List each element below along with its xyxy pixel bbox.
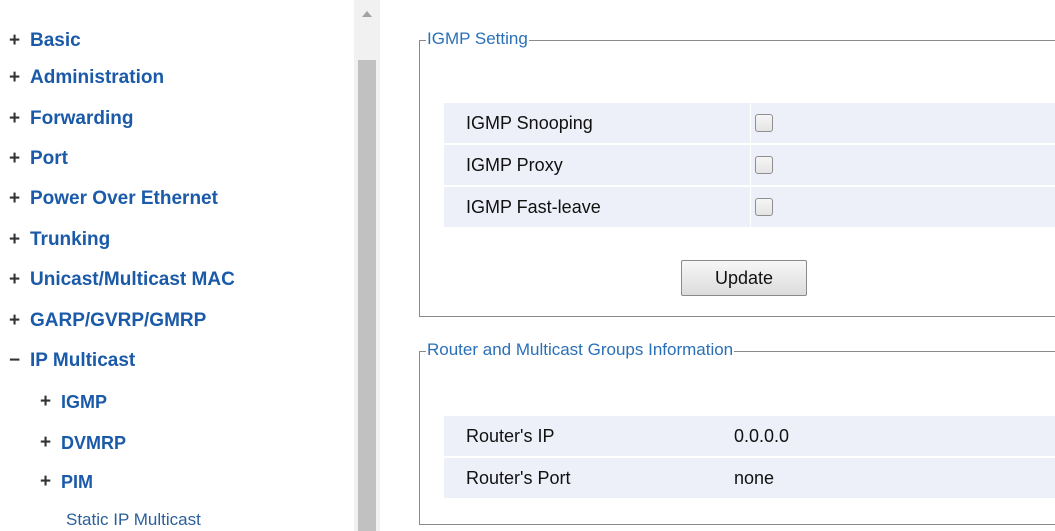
nav-item-label: Port [30,148,68,169]
nav-item-label: IP Multicast [30,350,136,371]
expand-icon: + [9,148,21,169]
row-divider [750,187,751,227]
expand-icon: + [9,269,21,290]
nav-item-ip-multicast[interactable]: − IP Multicast [9,350,135,372]
nav-item-label: IGMP [61,391,108,412]
igmp-fast-leave-row: IGMP Fast-leave [444,187,1055,227]
nav-item-basic[interactable]: + Basic [9,30,81,52]
row-divider [750,145,751,185]
nav-item-label: PIM [61,471,94,492]
nav-item-label: Unicast/Multicast MAC [30,269,235,290]
igmp-snooping-label: IGMP Snooping [466,113,593,133]
expand-icon: + [9,108,21,129]
expand-icon: + [9,310,21,331]
nav-item-label: Static IP Multicast [66,510,201,529]
sidebar-scrollbar[interactable] [354,0,380,531]
nav-item-forwarding[interactable]: + Forwarding [9,108,133,130]
nav-subitem-dvmrp[interactable]: + DVMRP [40,432,126,454]
router-info-legend: Router and Multicast Groups Information [426,340,735,360]
router-info-panel: Router and Multicast Groups Information … [419,340,1055,525]
scroll-thumb[interactable] [358,60,376,531]
expand-icon: + [9,67,21,88]
igmp-fast-leave-checkbox[interactable] [755,198,773,216]
update-button[interactable]: Update [681,260,807,296]
nav-item-label: Trunking [30,229,111,250]
router-ip-row: Router's IP 0.0.0.0 [444,416,1055,456]
nav-subitem-igmp[interactable]: + IGMP [40,391,107,413]
expand-icon: + [40,391,52,412]
router-ip-label: Router's IP [466,426,555,446]
nav-item-port[interactable]: + Port [9,148,68,170]
nav-item-label: Forwarding [30,108,134,129]
expand-icon: + [9,30,21,51]
nav-item-trunking[interactable]: + Trunking [9,229,110,251]
expand-icon: + [40,471,52,492]
collapse-icon: − [9,350,21,371]
nav-item-label: Administration [30,67,165,88]
nav-item-power-over-ethernet[interactable]: + Power Over Ethernet [9,188,218,210]
igmp-proxy-row: IGMP Proxy [444,145,1055,185]
nav-item-label: Basic [30,30,81,51]
igmp-proxy-checkbox[interactable] [755,156,773,174]
igmp-fast-leave-label: IGMP Fast-leave [466,197,601,217]
nav-item-label: DVMRP [61,432,127,453]
igmp-proxy-label: IGMP Proxy [466,155,563,175]
nav-leaf-static-ip-multicast[interactable]: Static IP Multicast [66,509,201,531]
igmp-snooping-checkbox[interactable] [755,114,773,132]
nav-item-garp-gvrp-gmrp[interactable]: + GARP/GVRP/GMRP [9,310,206,332]
row-divider [750,103,751,143]
nav-subitem-pim[interactable]: + PIM [40,471,93,493]
nav-item-label: Power Over Ethernet [30,188,218,209]
nav-item-label: GARP/GVRP/GMRP [30,310,207,331]
expand-icon: + [9,188,21,209]
igmp-setting-legend: IGMP Setting [426,29,529,49]
expand-icon: + [40,432,52,453]
router-ip-value: 0.0.0.0 [734,426,790,446]
igmp-snooping-row: IGMP Snooping [444,103,1055,143]
router-port-value: none [734,468,775,488]
nav-item-administration[interactable]: + Administration [9,67,164,89]
nav-item-unicast-multicast-mac[interactable]: + Unicast/Multicast MAC [9,269,235,291]
router-port-label: Router's Port [466,468,571,488]
scroll-up-arrow-icon[interactable] [354,0,380,28]
expand-icon: + [9,229,21,250]
router-port-row: Router's Port none [444,458,1055,498]
igmp-setting-panel: IGMP Setting IGMP Snooping IGMP Proxy IG… [419,29,1055,317]
sidebar-nav: + Basic + Administration + Forwarding + … [0,0,352,531]
